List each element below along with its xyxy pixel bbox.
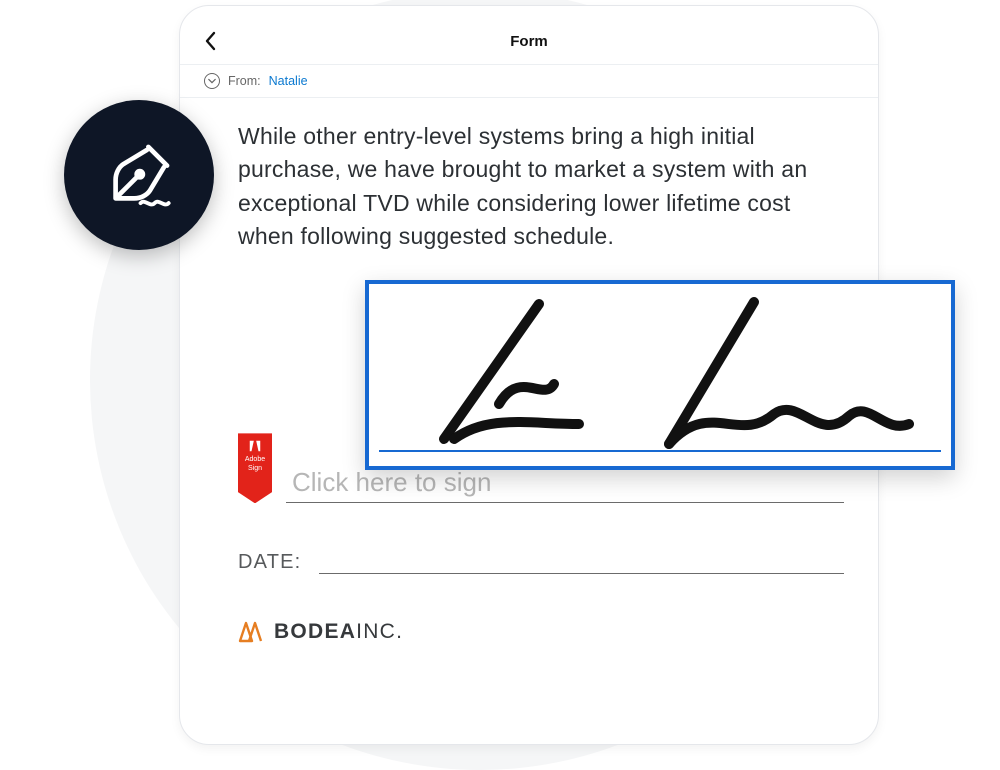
signature-baseline [379, 450, 941, 452]
from-row[interactable]: From: Natalie [180, 64, 878, 98]
date-label: DATE: [238, 551, 301, 574]
date-field[interactable]: DATE: [238, 551, 844, 574]
date-line [319, 556, 844, 574]
from-sender: Natalie [269, 74, 308, 88]
signature-glyph-icon [369, 284, 959, 474]
adobe-label-1: Adobe [245, 456, 265, 463]
chevron-left-icon [204, 31, 218, 51]
back-button[interactable] [204, 31, 226, 51]
adobe-sign-tab-icon: Adobe Sign [238, 433, 272, 503]
nav-title: Form [204, 33, 854, 50]
from-label: From: [228, 74, 261, 88]
signature-preview-box[interactable] [365, 280, 955, 470]
pen-nib-icon [100, 136, 178, 214]
signature-line [286, 502, 844, 503]
company-brand: BODEAINC. [238, 620, 844, 644]
chevron-down-icon [204, 73, 220, 89]
adobe-label-2: Sign [248, 465, 262, 472]
bodea-logo-icon [238, 621, 264, 643]
document-paragraph: While other entry-level systems bring a … [238, 120, 844, 253]
sign-feature-badge [64, 100, 214, 250]
brand-name: BODEAINC. [274, 620, 403, 644]
nav-bar: Form [204, 24, 854, 58]
